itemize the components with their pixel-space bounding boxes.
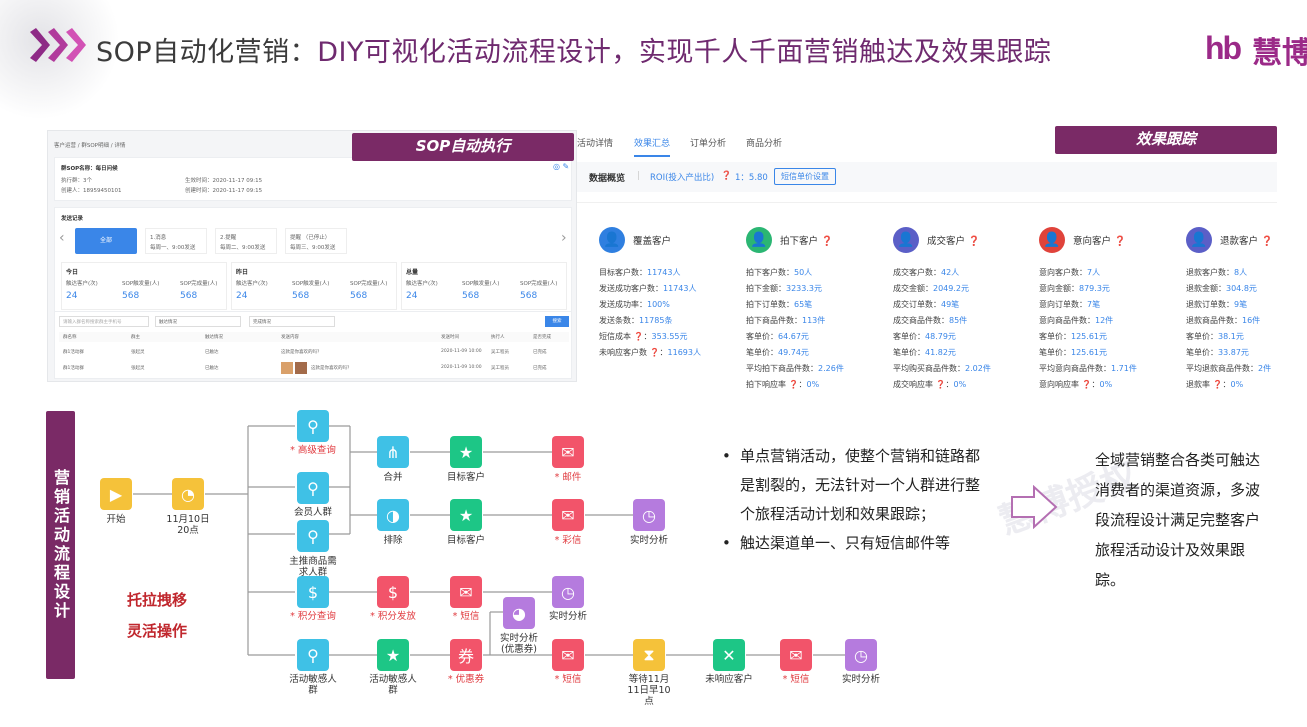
hourglass-icon[interactable]: ⧗ [633,639,665,671]
points-query-icon[interactable]: $ [297,576,329,608]
list-item: 触达渠道单一、只有短信邮件等 [722,529,992,558]
arrow-right-icon [1011,485,1058,529]
flow-connectors [133,425,845,656]
query-icon[interactable]: ⚲ [297,520,329,552]
mms-icon[interactable]: ✉ [552,499,584,531]
exclude-icon[interactable]: ◑ [377,499,409,531]
sms-icon[interactable]: ✉ [450,576,482,608]
query-icon[interactable]: ⚲ [297,472,329,504]
user-star-icon[interactable]: ★ [377,639,409,671]
problem-list: 单点营销活动，使整个营销和链路都是割裂的，无法针对一个人群进行整个旅程活动计划和… [722,442,992,558]
sms-icon[interactable]: ✉ [780,639,812,671]
user-star-icon[interactable]: ★ [450,436,482,468]
query-icon[interactable]: ⚲ [297,410,329,442]
email-icon[interactable]: ✉ [552,436,584,468]
user-x-icon[interactable]: ✕ [713,639,745,671]
pie-chart-icon[interactable]: ◕ [503,597,535,629]
drag-caption-1: 托拉拽移 [127,591,188,609]
list-item: 单点营销活动，使整个营销和链路都是割裂的，无法针对一个人群进行整个旅程活动计划和… [722,442,992,529]
analytics-icon[interactable]: ◷ [845,639,877,671]
coupon-icon[interactable]: 券 [450,639,482,671]
user-star-icon[interactable]: ★ [450,499,482,531]
merge-icon[interactable]: ⋔ [377,436,409,468]
summary-text: 全域营销整合各类可触达消费者的渠道资源，多波段流程设计满足完整客户旅程活动设计及… [1095,451,1261,589]
play-icon[interactable]: ▶ [100,478,132,510]
sms-icon[interactable]: ✉ [552,639,584,671]
query-icon[interactable]: ⚲ [297,639,329,671]
analytics-icon[interactable]: ◷ [552,576,584,608]
drag-caption-2: 灵活操作 [127,622,188,640]
analytics-icon[interactable]: ◷ [633,499,665,531]
points-issue-icon[interactable]: $ [377,576,409,608]
clock-icon[interactable]: ◔ [172,478,204,510]
